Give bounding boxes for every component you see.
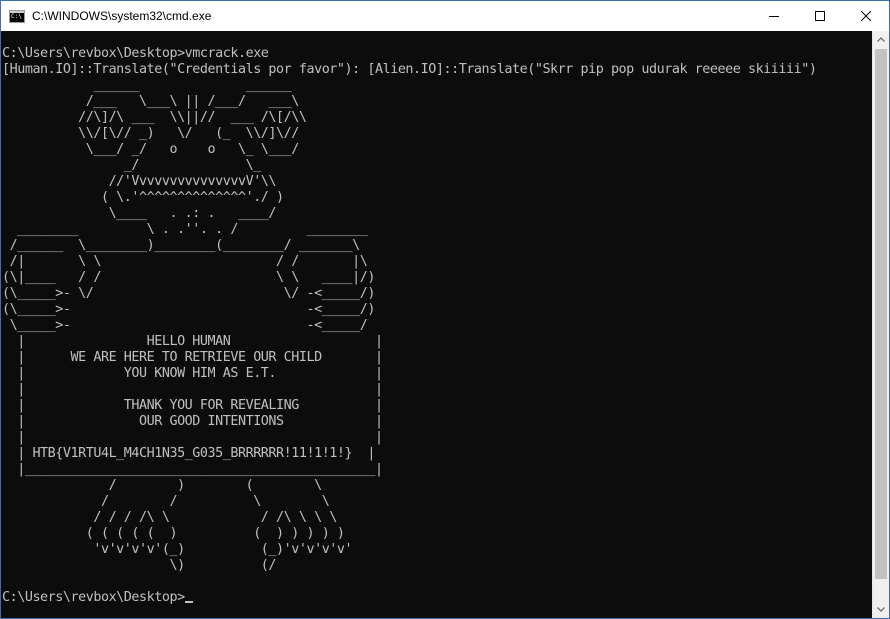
console-line-text: | THANK YOU FOR REVEALING | [2,398,383,413]
console-line: \____ . .: . ____/ [2,206,872,222]
console-line-text: | HTB{V1RTU4L_M4CH1N35_G035_BRRRRRR!11!1… [2,446,375,461]
console-line: | | [2,382,872,398]
console-line-text: //'VvvvvvvvvvvvvvvV'\\ [2,174,277,189]
console-line-text: | | [2,430,383,445]
console-line-text: /| \ \ / / |\ [2,254,368,269]
console-line: (\_____>- \/ \/ -<_____/) [2,286,872,302]
console-line: \\/[\// _) \/ (_ \\/]\// [2,126,872,142]
console-line-text: | OUR GOOD INTENTIONS | [2,414,383,429]
console-line-text: \\/[\// _) \/ (_ \\/]\// [2,126,299,141]
window-title: C:\WINDOWS\system32\cmd.exe [32,9,212,23]
console-line-text: ________ \ . .''. . / ________ [2,222,368,237]
console-line-text: ______ ______ [2,78,292,93]
scroll-up-button[interactable] [873,31,889,48]
title-bar[interactable]: C:\WINDOWS\system32\cmd.exe [1,1,889,31]
scroll-up-arrow-icon [877,37,885,42]
console-line: [Human.IO]::Translate("Credentials por f… [2,62,872,78]
cmd-icon[interactable] [9,9,25,23]
console-line-text: 'v'v'v'v'(_) (_)'v'v'v'v' [2,542,353,557]
console-line: | WE ARE HERE TO RETRIEVE OUR CHILD | [2,350,872,366]
console-line: /___ \___\ || /___/ ___\ [2,94,872,110]
console-line-text: \) (/ [2,558,277,573]
console-line: \_____>- -<_____/ [2,318,872,334]
console-line-text: C:\Users\revbox\Desktop> [2,590,185,605]
console-line: | THANK YOU FOR REVEALING | [2,398,872,414]
console-line-text: / / / /\ \ / /\ \ \ \ [2,510,337,525]
console-line: /______ \________)________(________/ ___… [2,238,872,254]
scroll-down-button[interactable] [873,601,889,618]
console-line: \) (/ [2,558,872,574]
console-line: | | [2,430,872,446]
console-line: _/ \_ [2,158,872,174]
vertical-scrollbar[interactable] [872,31,889,618]
maximize-button[interactable] [797,1,843,31]
console-line: |_______________________________________… [2,462,872,478]
console-line: ( ( ( ( ( ) ( ) ) ) ) ) [2,526,872,542]
console-line-text: / ) ( \ [2,478,323,493]
close-icon [861,11,871,21]
console-line: ( \.'^^^^^^^^^^^^^^'./ ) [2,190,872,206]
maximize-icon [815,11,825,21]
console-line-text: | WE ARE HERE TO RETRIEVE OUR CHILD | [2,350,383,365]
console-line: //'VvvvvvvvvvvvvvvV'\\ [2,174,872,190]
console-line: (\|____ / / \ \ ____|/) [2,270,872,286]
console-line-text: \____ . .: . ____/ [2,206,277,221]
scrollbar-thumb[interactable] [875,49,887,579]
text-cursor [184,601,193,603]
console-line: /| \ \ / / |\ [2,254,872,270]
console-line: / / \ \ [2,494,872,510]
console-line-text: _/ \_ [2,158,261,173]
console-line: / / / /\ \ / /\ \ \ \ [2,510,872,526]
console-line-text: ( \.'^^^^^^^^^^^^^^'./ ) [2,190,284,205]
console-line: \___/ _/ o o \_ \___/ [2,142,872,158]
console-line-text: ( ( ( ( ( ) ( ) ) ) ) ) [2,526,345,541]
close-button[interactable] [843,1,889,31]
console-line: ________ \ . .''. . / ________ [2,222,872,238]
scroll-down-arrow-icon [877,607,885,612]
console-line: | HTB{V1RTU4L_M4CH1N35_G035_BRRRRRR!11!1… [2,446,872,462]
console-line-text: (\_____>- -<_____/) [2,302,375,317]
console-line: C:\Users\revbox\Desktop> [2,590,872,606]
console-line-text: \_____>- -<_____/ [2,318,368,333]
console-line: / ) ( \ [2,478,872,494]
console-line-text: C:\Users\revbox\Desktop>vmcrack.exe [2,46,269,61]
console-line-text: (\_____>- \/ \/ -<_____/) [2,286,375,301]
console-line: C:\Users\revbox\Desktop>vmcrack.exe [2,46,872,62]
console-line: | YOU KNOW HIM AS E.T. | [2,366,872,382]
console-line-text: | | [2,382,383,397]
console-line-text: [Human.IO]::Translate("Credentials por f… [2,62,817,77]
console-line-text: /______ \________)________(________/ ___… [2,238,361,253]
minimize-icon [769,16,779,17]
console-line: 'v'v'v'v'(_) (_)'v'v'v'v' [2,542,872,558]
cmd-window: C:\WINDOWS\system32\cmd.exe C:\Users\rev… [0,0,890,619]
minimize-button[interactable] [751,1,797,31]
console-line-text: \___/ _/ o o \_ \___/ [2,142,300,157]
console-output[interactable]: C:\Users\revbox\Desktop>vmcrack.exe [Huma… [1,31,872,618]
console-line-text: (\|____ / / \ \ ____|/) [2,270,375,285]
console-line: (\_____>- -<_____/) [2,302,872,318]
console-line-text: /___ \___\ || /___/ ___\ [2,94,300,109]
console-line: | HELLO HUMAN | [2,334,872,350]
console-line-text: |_______________________________________… [2,462,383,477]
console-line-text: //\]/\ ___ \\||// ___ /\[/\\ [2,110,307,125]
console-line: //\]/\ ___ \\||// ___ /\[/\\ [2,110,872,126]
console-line-text: | HELLO HUMAN | [2,334,383,349]
window-controls [751,1,889,31]
console-line: ______ ______ [2,78,872,94]
console-line: | OUR GOOD INTENTIONS | [2,414,872,430]
console-line-text: / / \ \ [2,494,330,509]
console-line-text: | YOU KNOW HIM AS E.T. | [2,366,383,381]
